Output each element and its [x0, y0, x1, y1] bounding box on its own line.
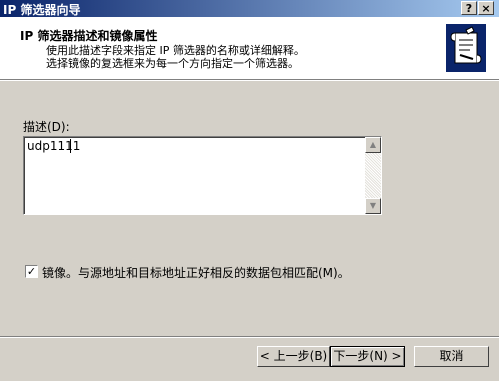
- text-caret: [70, 139, 71, 153]
- close-button[interactable]: ×: [478, 1, 494, 15]
- filter-scroll-icon: [446, 24, 486, 72]
- description-line-2: 选择镜像的复选框来为每一个方向指定一个筛选器。: [46, 57, 299, 70]
- vertical-scrollbar[interactable]: ▲ ▼: [365, 137, 381, 214]
- back-button[interactable]: < 上一步(B): [257, 346, 330, 367]
- page-description: 使用此描述字段来指定 IP 筛选器的名称或详细解释。 选择镜像的复选框来为每一个…: [46, 44, 305, 70]
- mirror-checkbox[interactable]: ✓: [25, 265, 38, 278]
- next-button[interactable]: 下一步(N) >: [330, 346, 405, 367]
- description-line-1: 使用此描述字段来指定 IP 筛选器的名称或详细解释。: [46, 44, 305, 57]
- mirror-checkbox-label[interactable]: 镜像。与源地址和目标地址正好相反的数据包相匹配(M)。: [42, 264, 350, 281]
- window-title: IP 筛选器向导: [3, 3, 81, 17]
- scroll-up-button[interactable]: ▲: [365, 137, 381, 153]
- help-button[interactable]: ?: [461, 1, 477, 15]
- wizard-header: IP 筛选器描述和镜像属性 使用此描述字段来指定 IP 筛选器的名称或详细解释。…: [0, 17, 499, 80]
- footer-separator-highlight: [0, 337, 499, 338]
- page-heading: IP 筛选器描述和镜像属性: [20, 29, 158, 43]
- cancel-button[interactable]: 取消: [414, 346, 489, 367]
- description-label: 描述(D):: [23, 120, 70, 134]
- description-textarea[interactable]: udp1111 ▲ ▼: [23, 136, 382, 215]
- title-bar: IP 筛选器向导 ? ×: [0, 0, 499, 17]
- scroll-down-button[interactable]: ▼: [365, 198, 381, 214]
- header-separator: [0, 80, 499, 81]
- description-value[interactable]: udp1111: [27, 139, 80, 153]
